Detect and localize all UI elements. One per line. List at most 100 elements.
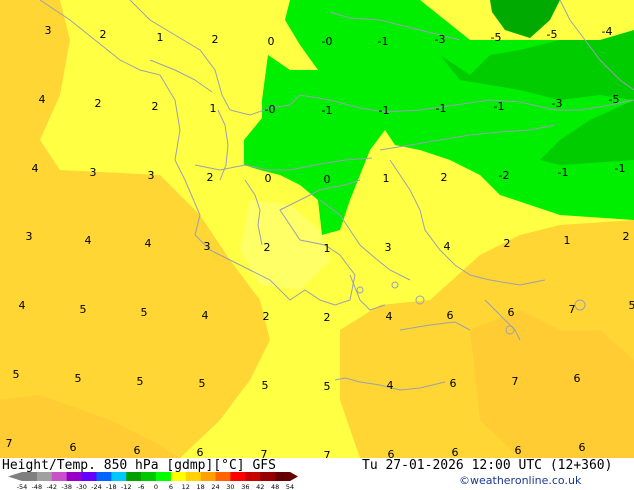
temp-label: 2 [263,310,270,323]
temp-label: 1 [564,234,571,247]
color-scale-ticks: -54 -48 -42 -38 -30 -24 -18 -12 -6 0 6 12 18 24 30 36 42… [17,483,294,490]
temp-label: 2 [212,33,219,46]
temp-label: 7 [261,448,268,458]
temp-label: 4 [85,234,92,247]
temp-label: 4 [444,240,451,253]
temp-label: 4 [19,299,26,312]
site-credit[interactable]: ©weatheronline.co.uk [459,474,581,487]
scale-tick-label: 36 [241,483,249,490]
temp-label: 2 [100,28,107,41]
scale-tick-label: 48 [271,483,279,490]
temp-label: 6 [388,448,395,458]
scale-arrow-left [8,472,22,481]
scale-tick-label: 30 [226,483,234,490]
scale-swatch [111,472,127,481]
scale-swatch [170,472,187,481]
scale-tick-label: -18 [106,483,117,490]
temp-label: 5 [80,303,87,316]
temp-label: 5 [262,379,269,392]
temp-label: 5 [629,299,634,312]
scale-tick-label: -6 [138,483,144,490]
color-scale-legend: -54 -48 -42 -38 -30 -24 -18 -12 -6 0 6 12 18 24 30 36 42… [8,472,298,490]
temp-label: 7 [324,449,331,458]
temp-label: -0 [322,35,333,48]
scale-tick-label: 12 [182,483,190,490]
temp-label: 2 [324,311,331,324]
scale-swatch [200,472,217,481]
temp-label: 4 [32,162,39,175]
temp-label: 2 [504,237,511,250]
scale-swatch [215,472,231,481]
scale-swatch [260,472,276,481]
scale-tick-label: -12 [121,483,132,490]
temp-label: 6 [508,306,515,319]
temp-label: 3 [148,169,155,182]
scale-tick-label: -42 [46,483,57,490]
temp-label: 2 [623,230,630,243]
scale-swatch [185,472,202,481]
temp-label: 1 [210,102,217,115]
scale-tick-label: 54 [286,483,294,490]
temp-label: 6 [515,444,522,457]
temp-label: 7 [512,375,519,388]
scale-swatch [66,472,83,481]
scale-swatch [81,472,97,481]
temp-label: 6 [134,444,141,457]
temp-label: 3 [204,240,211,253]
temp-label: 5 [324,380,331,393]
temp-label: 4 [39,93,46,106]
scale-tick-label: -38 [61,483,72,490]
temp-label: 1 [324,242,331,255]
temp-label: 3 [26,230,33,243]
temp-label: -2 [499,169,510,182]
temp-label: 2 [95,97,102,110]
temp-label: 6 [197,446,204,458]
scale-arrow-right [290,472,298,481]
scale-tick-label: 18 [197,483,205,490]
temp-label: -5 [547,28,558,41]
temp-label: 6 [70,441,77,454]
temp-label: 5 [141,306,148,319]
scale-tick-label: -48 [32,483,43,490]
temp-label: 6 [579,441,586,454]
temp-label: 2 [264,241,271,254]
scale-tick-label: 6 [169,483,173,490]
scale-swatch [36,472,53,481]
temp-label: -1 [379,104,390,117]
temp-label: 2 [152,100,159,113]
temp-label: -4 [602,25,613,38]
temp-label: -3 [552,97,563,110]
temp-label: 2 [207,171,214,184]
temp-label: 7 [6,437,13,450]
temp-label: 3 [45,24,52,37]
temp-label: 4 [387,379,394,392]
scale-swatch [96,472,112,481]
temp-label: 4 [202,309,209,322]
temp-label: -1 [436,102,447,115]
temp-label: 6 [452,446,459,458]
scale-swatch [51,472,68,481]
temp-label: 4 [386,310,393,323]
color-scale-swatches [8,472,298,481]
temp-label: -1 [558,166,569,179]
scale-tick-label: 24 [211,483,219,490]
map-stage: 3 2 1 2 0 -0 -1 -3 -5 -5 -4 4 2 2 1 -0 -1 -1 -1 -1 -3 -5 4 3 3 2 0… [0,0,634,490]
temp-label: 0 [265,172,272,185]
scale-swatch [275,472,291,481]
temp-label: 2 [441,171,448,184]
temp-label: -5 [609,93,620,106]
temp-label: 5 [199,377,206,390]
scale-tick-label: -24 [91,483,102,490]
map-footer: Height/Temp. 850 hPa [gdmp][°C] GFS Tu 2… [0,458,634,490]
temp-label: 4 [145,237,152,250]
scale-tick-label: -54 [17,483,28,490]
temp-label: 3 [385,241,392,254]
scale-swatch [245,472,261,481]
scale-swatch [230,472,246,481]
temp-label: 6 [574,372,581,385]
scale-swatch [126,472,142,481]
temp-label: 0 [324,173,331,186]
scale-tick-label: 0 [154,483,158,490]
temp-label: 1 [383,172,390,185]
temp-label: 6 [447,309,454,322]
